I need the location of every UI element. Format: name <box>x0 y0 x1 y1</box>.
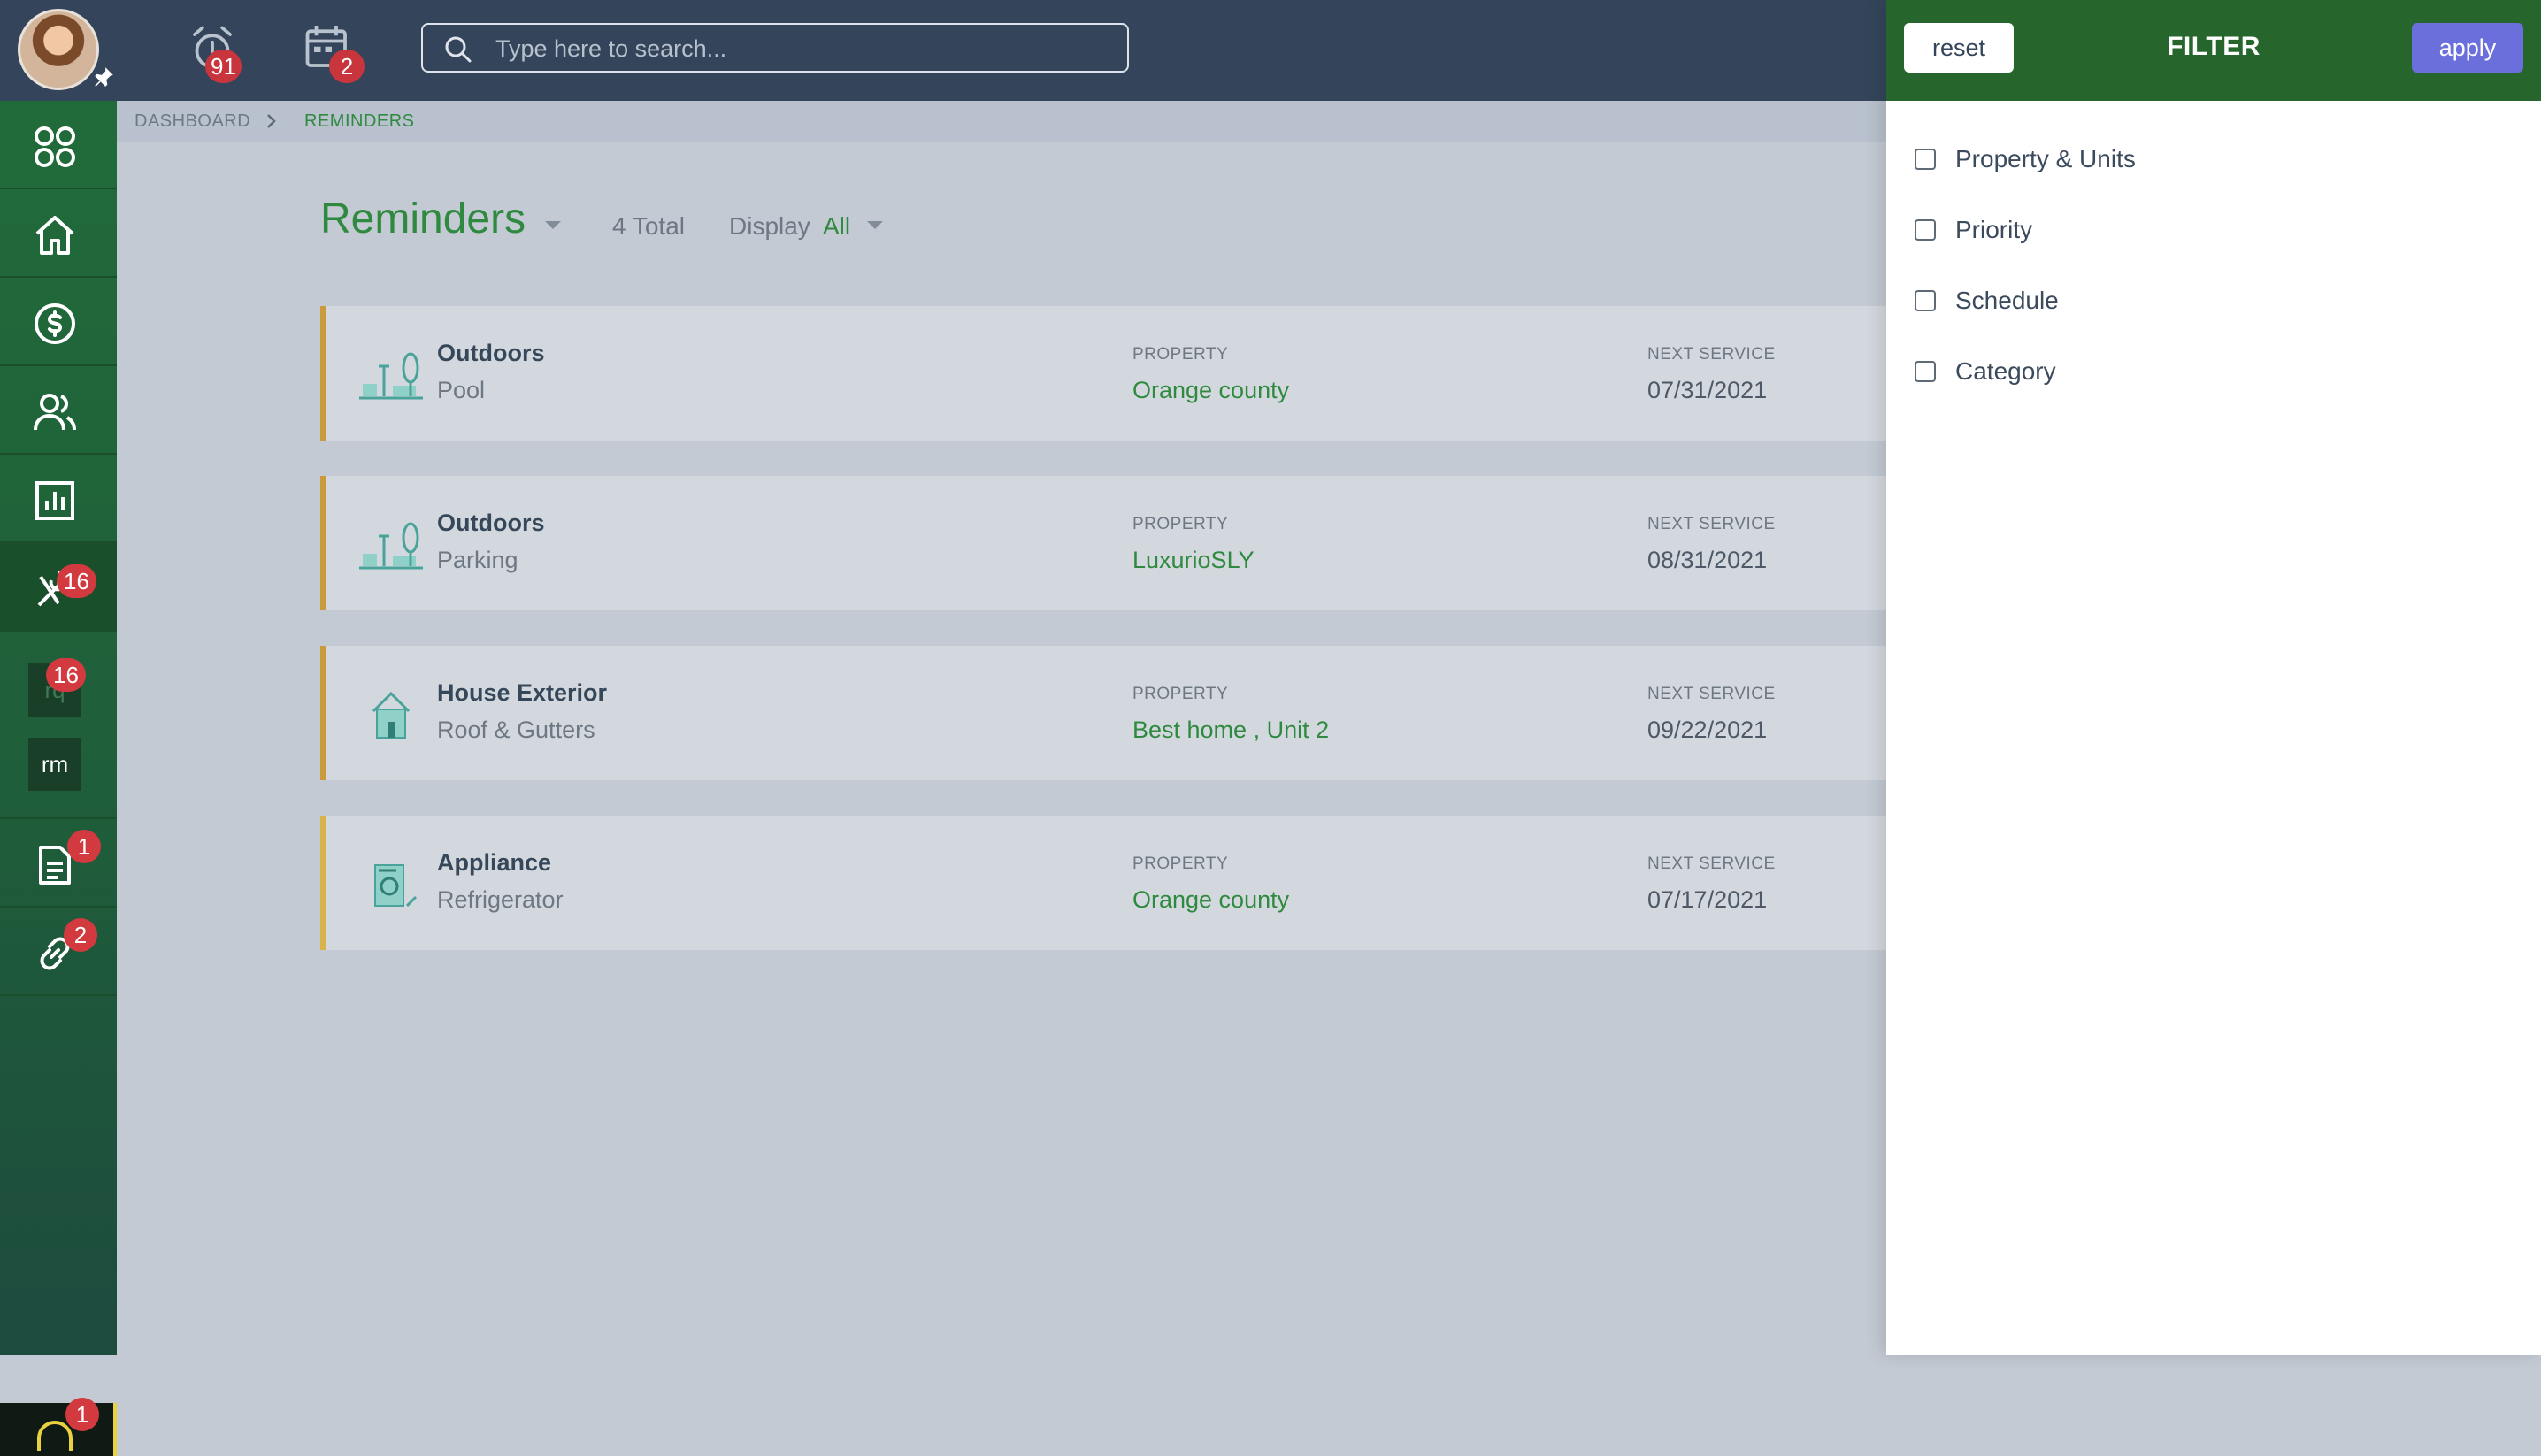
support-count-badge: 1 <box>65 1398 99 1431</box>
next-service-label: NEXT SERVICE <box>1647 685 1776 703</box>
search-icon <box>445 36 472 63</box>
checkbox[interactable] <box>1915 149 1936 170</box>
breadcrumb: DASHBOARD REMINDERS <box>117 101 1886 142</box>
reminder-item: Roof & Gutters <box>437 717 595 743</box>
home-icon <box>35 216 74 255</box>
filter-option-label: Priority <box>1955 216 2033 243</box>
checkbox[interactable] <box>1915 290 1936 311</box>
property-label: PROPERTY <box>1132 515 1229 533</box>
reminder-card[interactable]: Outdoors Pool PROPERTY Orange county NEX… <box>320 306 1886 441</box>
breadcrumb-dashboard[interactable]: DASHBOARD <box>134 111 250 132</box>
property-label: PROPERTY <box>1132 685 1229 703</box>
park-icon <box>359 522 423 570</box>
user-avatar[interactable] <box>18 9 99 90</box>
page-title[interactable]: Reminders <box>320 195 526 243</box>
next-service-label: NEXT SERVICE <box>1647 345 1776 364</box>
people-icon <box>34 394 76 431</box>
display-select[interactable]: All <box>823 212 850 241</box>
house-icon <box>372 691 411 739</box>
dollar-icon <box>35 303 75 344</box>
sidebar-item-links[interactable]: 2 <box>0 908 117 996</box>
filter-panel: reset FILTER apply Property & Units Prio… <box>1886 0 2541 1355</box>
search-box[interactable] <box>421 23 1129 73</box>
reminder-card[interactable]: Appliance Refrigerator PROPERTY Orange c… <box>320 816 1886 950</box>
sidebar-item-reports[interactable] <box>0 455 117 543</box>
next-service-date: 07/17/2021 <box>1647 886 1768 913</box>
reminder-item: Refrigerator <box>437 886 564 913</box>
reminder-category: Outdoors <box>437 340 545 366</box>
filter-option-label: Property & Units <box>1955 145 2136 172</box>
next-service-date: 08/31/2021 <box>1647 547 1768 573</box>
reminder-card[interactable]: House Exterior Roof & Gutters PROPERTY B… <box>320 646 1886 780</box>
reminders-count-badge: 91 <box>205 50 242 83</box>
links-count-badge: 2 <box>64 918 97 952</box>
filter-option-label: Category <box>1955 357 2056 385</box>
pin-icon[interactable] <box>92 65 115 88</box>
reminder-category: Appliance <box>437 849 552 876</box>
property-link[interactable]: Best home , Unit 2 <box>1132 717 1329 744</box>
reminder-card[interactable]: Outdoors Parking PROPERTY LuxurioSLY NEX… <box>320 476 1886 610</box>
sidebar-item-apps[interactable] <box>0 101 117 189</box>
sidebar: 16 rq 16 rm 1 2 1 <box>0 101 117 1456</box>
sidebar-item-finance[interactable] <box>0 278 117 366</box>
total-count: 4 Total <box>612 212 685 240</box>
sidebar-item-maintenance[interactable]: 16 <box>0 543 117 632</box>
apps-grid-icon <box>35 126 75 167</box>
top-bar: 91 2 <box>0 0 1886 101</box>
bar-chart-icon <box>35 481 74 520</box>
next-service-date: 07/31/2021 <box>1647 377 1768 403</box>
property-label: PROPERTY <box>1132 345 1229 364</box>
reminder-category: House Exterior <box>437 679 608 706</box>
next-service-label: NEXT SERVICE <box>1647 854 1776 873</box>
next-service-date: 09/22/2021 <box>1647 717 1768 743</box>
checkbox[interactable] <box>1915 219 1936 241</box>
calendar-count-badge: 2 <box>329 50 365 83</box>
chevron-down-icon[interactable] <box>545 221 561 229</box>
sidebar-item-home[interactable] <box>0 189 117 278</box>
display-chevron-down-icon[interactable] <box>867 221 883 229</box>
maintenance-count-badge: 16 <box>57 564 96 598</box>
reminder-category: Outdoors <box>437 510 545 536</box>
display-label: Display <box>729 212 810 240</box>
park-icon <box>359 352 423 400</box>
search-input[interactable] <box>494 25 1117 73</box>
next-service-label: NEXT SERVICE <box>1647 515 1776 533</box>
property-label: PROPERTY <box>1132 854 1229 873</box>
sidebar-item-rm[interactable]: rm <box>28 738 81 791</box>
breadcrumb-current: REMINDERS <box>304 111 415 131</box>
reminder-item: Pool <box>437 377 486 403</box>
chevron-right-icon <box>267 114 276 128</box>
apply-button[interactable]: apply <box>2412 23 2523 73</box>
filter-header: reset FILTER apply <box>1886 0 2541 101</box>
checkbox[interactable] <box>1915 361 1936 382</box>
rq-count-badge: 16 <box>46 658 86 692</box>
filter-option-label: Schedule <box>1955 287 2059 314</box>
property-link[interactable]: LuxurioSLY <box>1132 547 1255 574</box>
sidebar-item-support[interactable]: 1 <box>0 1398 117 1456</box>
property-link[interactable]: Orange county <box>1132 377 1289 404</box>
sidebar-item-people[interactable] <box>0 366 117 455</box>
sidebar-item-documents[interactable]: 1 <box>0 819 117 908</box>
appliance-icon <box>374 864 418 908</box>
property-link[interactable]: Orange county <box>1132 886 1289 914</box>
reminder-item: Parking <box>437 547 518 573</box>
documents-count-badge: 1 <box>67 830 101 863</box>
